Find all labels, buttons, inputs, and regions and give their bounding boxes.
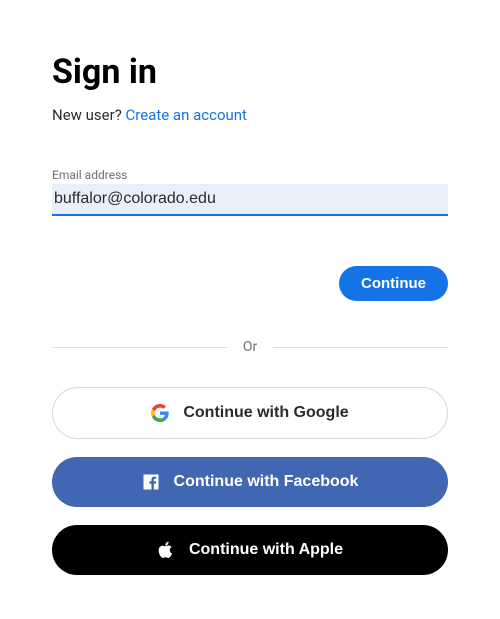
divider-line-right [273,347,448,348]
continue-button[interactable]: Continue [339,266,448,301]
google-icon [151,404,169,422]
apple-icon [157,541,175,559]
new-user-prefix: New user? [52,106,126,124]
page-title: Sign in [52,52,448,92]
new-user-line: New user? Create an account [52,106,448,124]
email-field-group: Email address [52,168,448,216]
google-button-label: Continue with Google [183,404,348,422]
divider-text: Or [227,339,273,355]
continue-row: Continue [52,266,448,301]
facebook-button-label: Continue with Facebook [174,473,359,491]
facebook-icon [142,473,160,491]
continue-with-facebook-button[interactable]: Continue with Facebook [52,457,448,507]
email-input[interactable] [52,184,448,216]
continue-with-google-button[interactable]: Continue with Google [52,387,448,439]
create-account-link[interactable]: Create an account [126,106,247,124]
divider-line-left [52,347,227,348]
divider: Or [52,339,448,355]
apple-button-label: Continue with Apple [189,541,343,559]
continue-with-apple-button[interactable]: Continue with Apple [52,525,448,575]
email-label: Email address [52,168,448,182]
